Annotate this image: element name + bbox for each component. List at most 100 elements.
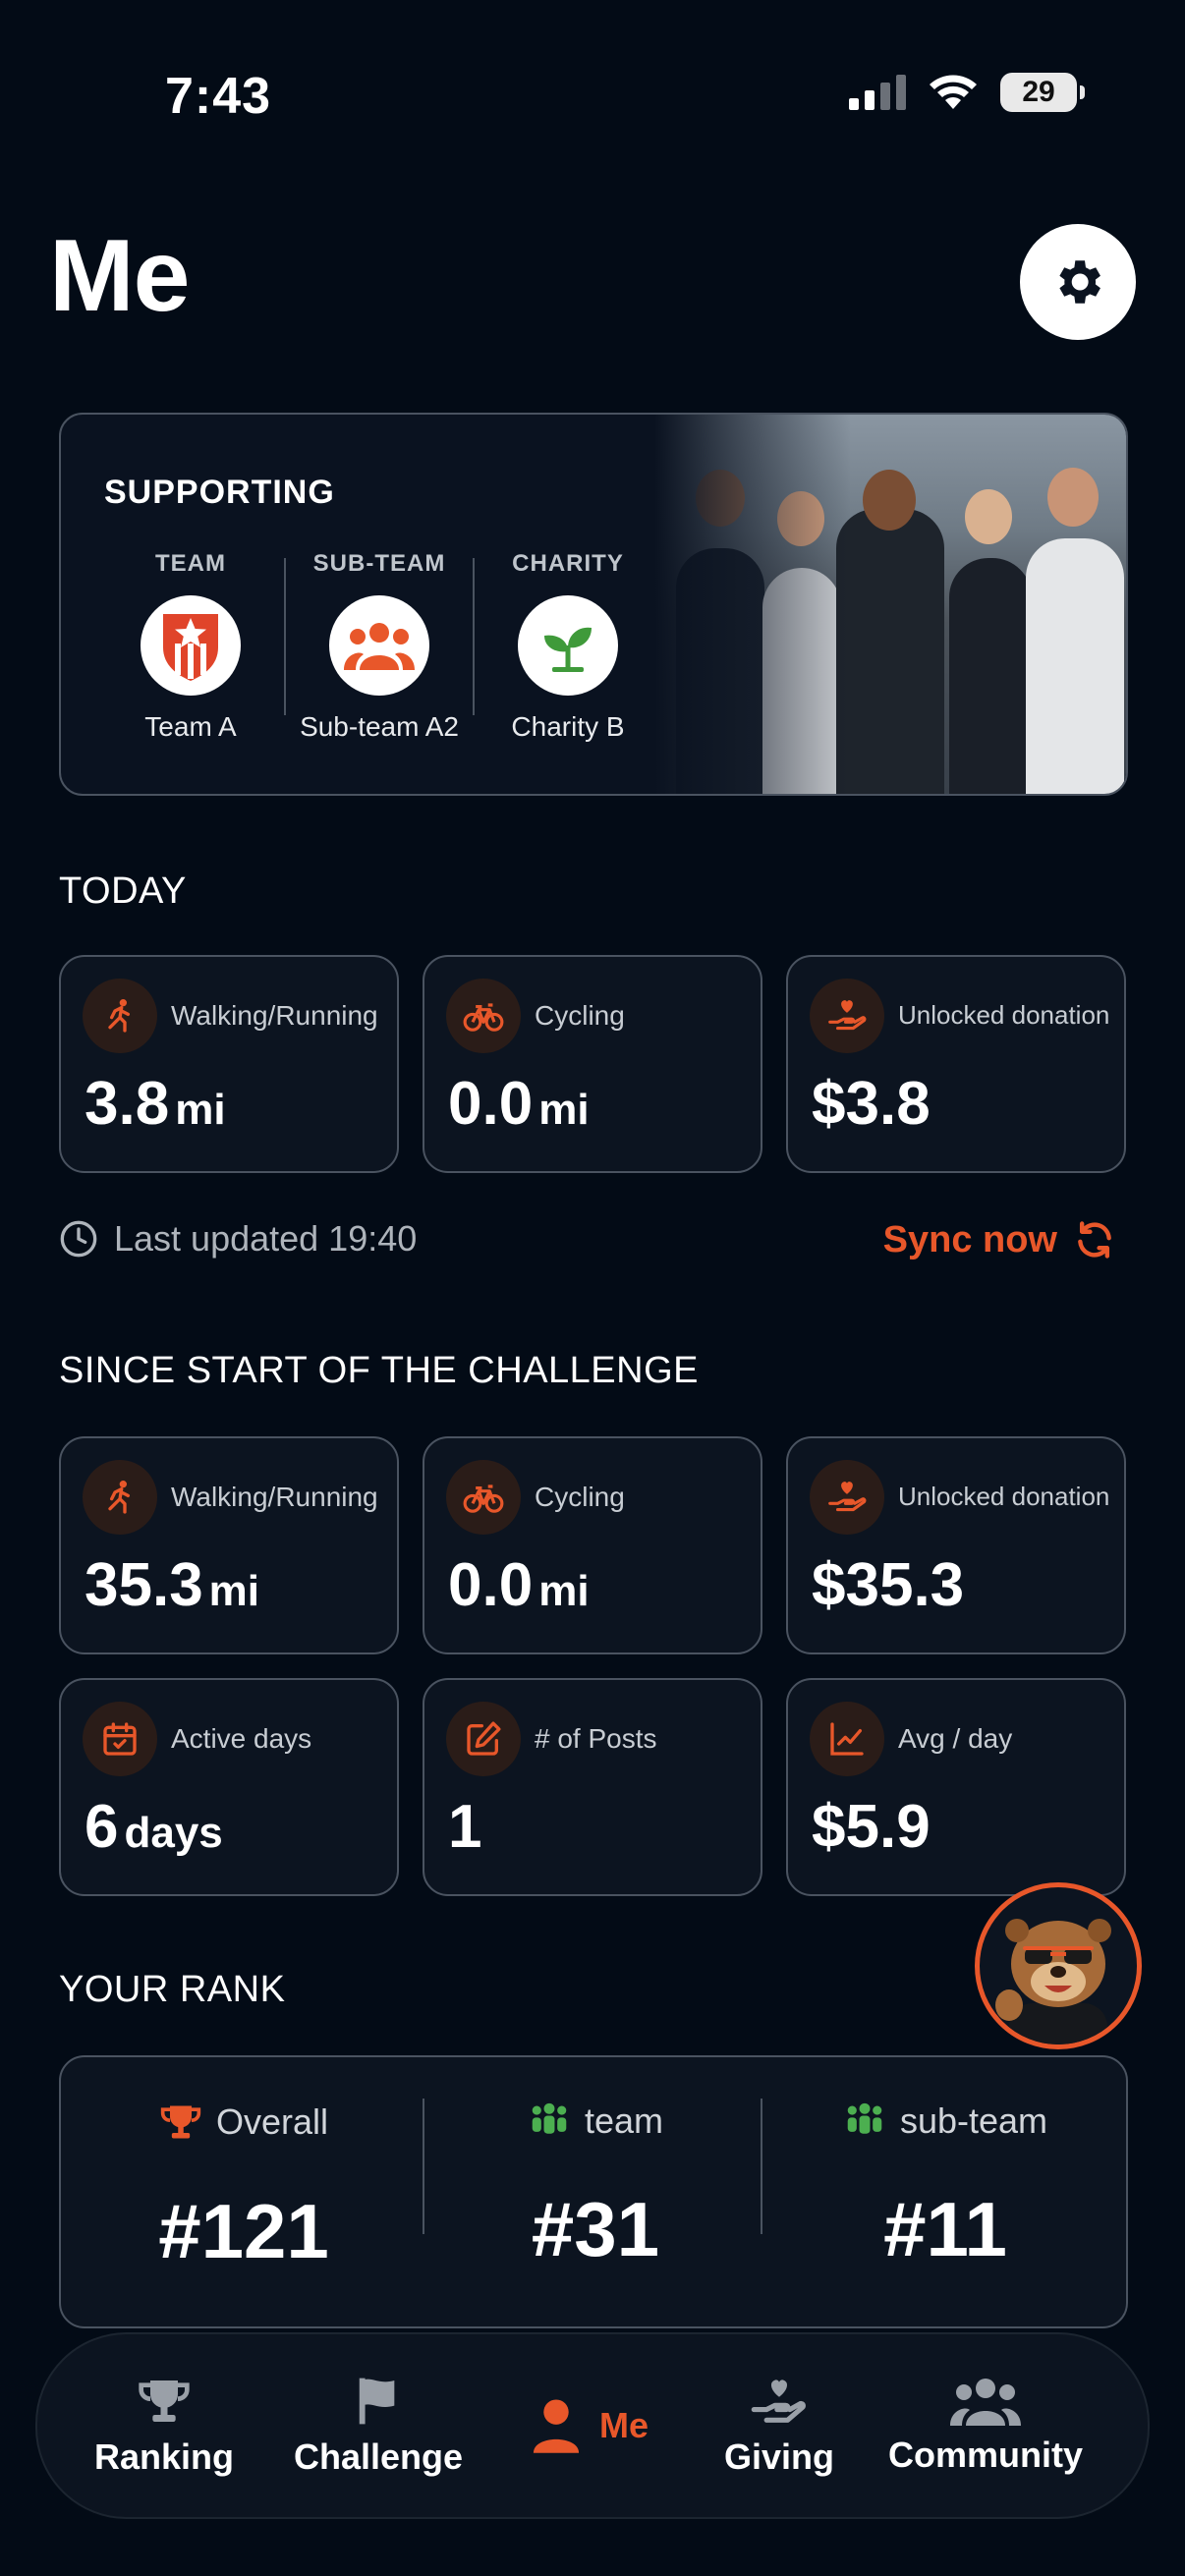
- sync-now-button[interactable]: Sync now: [883, 1218, 1116, 1261]
- today-donation-card: Unlocked donation $3.8: [786, 955, 1126, 1173]
- nav-label: Giving: [723, 2436, 834, 2477]
- status-time: 7:43: [165, 68, 272, 125]
- runner-icon: [83, 1460, 157, 1535]
- trophy-icon: [139, 2380, 190, 2422]
- trophy-icon: [160, 2105, 201, 2139]
- nav-ranking[interactable]: Ranking: [90, 2334, 238, 2517]
- stat-unit: mi: [538, 1086, 590, 1134]
- stat-number: $35.3: [812, 1551, 965, 1619]
- nav-community[interactable]: Community: [888, 2334, 1083, 2517]
- wifi-icon: [930, 75, 977, 109]
- stat-number: 6: [85, 1793, 119, 1861]
- rank-team[interactable]: team #31: [426, 2057, 764, 2326]
- stat-value: $5.9: [812, 1792, 936, 1862]
- gear-icon: [1059, 260, 1100, 304]
- hand-heart-icon: [810, 979, 884, 1053]
- charity-name: Charity B: [511, 711, 625, 742]
- nav-label: Community: [888, 2435, 1083, 2475]
- stat-number: 35.3: [85, 1551, 203, 1619]
- nav-me[interactable]: Me: [515, 2334, 662, 2517]
- stat-unit: mi: [208, 1567, 260, 1615]
- battery-indicator: 29: [1000, 73, 1085, 112]
- edit-icon: [446, 1702, 521, 1776]
- person-icon: [533, 2399, 580, 2453]
- team-caption: TEAM: [155, 550, 226, 577]
- since-cycling-card: Cycling 0.0 mi: [423, 1436, 762, 1654]
- sprout-icon: [544, 627, 592, 672]
- rank-card: Overall #121 team #31 sub-team #11: [59, 2055, 1128, 2328]
- stat-unit: mi: [538, 1567, 590, 1615]
- rank-sub-team[interactable]: sub-team #11: [764, 2057, 1126, 2326]
- otter-mascot-icon: [995, 1919, 1111, 2044]
- mascot-avatar-button[interactable]: [975, 1882, 1142, 2049]
- since-donation-card: Unlocked donation $35.3: [786, 1436, 1126, 1654]
- last-updated-text: Last updated 19:40: [114, 1218, 418, 1259]
- sync-label: Sync now: [882, 1218, 1057, 1260]
- since-walking-card: Walking/Running 35.3 mi: [59, 1436, 399, 1654]
- sub-team-caption: SUB-TEAM: [312, 550, 446, 577]
- bottom-nav: Ranking Challenge Me Giving Community: [35, 2332, 1150, 2519]
- settings-button[interactable]: [1020, 224, 1136, 340]
- flag-icon: [359, 2378, 395, 2425]
- supporters-photo: [654, 415, 1126, 794]
- nav-label: Ranking: [93, 2436, 234, 2477]
- hand-heart-icon: [751, 2380, 806, 2423]
- divider: [423, 2099, 424, 2234]
- stat-value: 3.8 mi: [85, 1069, 226, 1139]
- last-updated: Last updated 19:40: [59, 1218, 417, 1260]
- rank-value: #31: [531, 2186, 660, 2272]
- stat-label: Cycling: [535, 1482, 625, 1512]
- stat-value: 35.3 mi: [85, 1550, 259, 1620]
- team-badge: [141, 595, 241, 696]
- page-title: Me: [49, 219, 190, 333]
- bicycle-icon: [446, 1460, 521, 1535]
- supporting-sub-team[interactable]: SUB-TEAM Sub-team A2: [286, 550, 473, 743]
- runner-icon: [83, 979, 157, 1053]
- stat-value: 0.0 mi: [448, 1550, 590, 1620]
- clock-icon: [60, 1220, 97, 1258]
- rank-heading: YOUR RANK: [59, 1969, 286, 2010]
- supporting-charity[interactable]: CHARITY Charity B: [475, 550, 661, 743]
- today-walking-card: Walking/Running 3.8 mi: [59, 955, 399, 1173]
- calendar-check-icon: [83, 1702, 157, 1776]
- stat-label: Walking/Running: [171, 1000, 378, 1031]
- bicycle-icon: [446, 979, 521, 1053]
- hand-heart-icon: [810, 1460, 884, 1535]
- stat-number: 3.8: [85, 1070, 170, 1138]
- stat-value: 0.0 mi: [448, 1069, 590, 1139]
- team-name: Team A: [144, 711, 237, 742]
- divider: [761, 2099, 762, 2234]
- stat-unit: days: [124, 1809, 223, 1857]
- supporting-team[interactable]: TEAM Team A: [97, 550, 284, 743]
- refresh-icon: [1078, 1221, 1111, 1259]
- stat-label: Unlocked donation: [898, 1000, 1110, 1030]
- stat-label: Walking/Running: [171, 1482, 378, 1512]
- stat-label: Active days: [171, 1723, 312, 1754]
- sub-team-name: Sub-team A2: [300, 711, 459, 742]
- group-icon: [344, 623, 415, 670]
- stat-label: # of Posts: [535, 1723, 657, 1754]
- nav-challenge[interactable]: Challenge: [293, 2334, 464, 2517]
- rank-overall[interactable]: Overall #121: [61, 2057, 426, 2326]
- stat-number: $5.9: [812, 1793, 931, 1861]
- team-people-icon: [532, 2102, 567, 2134]
- nav-giving[interactable]: Giving: [705, 2334, 853, 2517]
- nav-label: Challenge: [293, 2436, 464, 2477]
- stat-value: 1: [448, 1792, 487, 1862]
- rank-value: #121: [158, 2188, 329, 2274]
- team-people-icon: [847, 2102, 882, 2134]
- supporting-label: SUPPORTING: [104, 474, 335, 511]
- charity-badge: [518, 595, 618, 696]
- active-days-card: Active days 6 days: [59, 1678, 399, 1896]
- stat-number: $3.8: [812, 1070, 931, 1138]
- avg-per-day-card: Avg / day $5.9: [786, 1678, 1126, 1896]
- stat-number: 0.0: [448, 1551, 534, 1619]
- posts-card: # of Posts 1: [423, 1678, 762, 1896]
- community-icon: [950, 2379, 1021, 2426]
- today-cycling-card: Cycling 0.0 mi: [423, 955, 762, 1173]
- charity-caption: CHARITY: [512, 550, 624, 577]
- shield-icon: [163, 614, 218, 681]
- stat-unit: mi: [175, 1086, 226, 1134]
- stat-value: 6 days: [85, 1792, 223, 1862]
- stat-value: $35.3: [812, 1550, 970, 1620]
